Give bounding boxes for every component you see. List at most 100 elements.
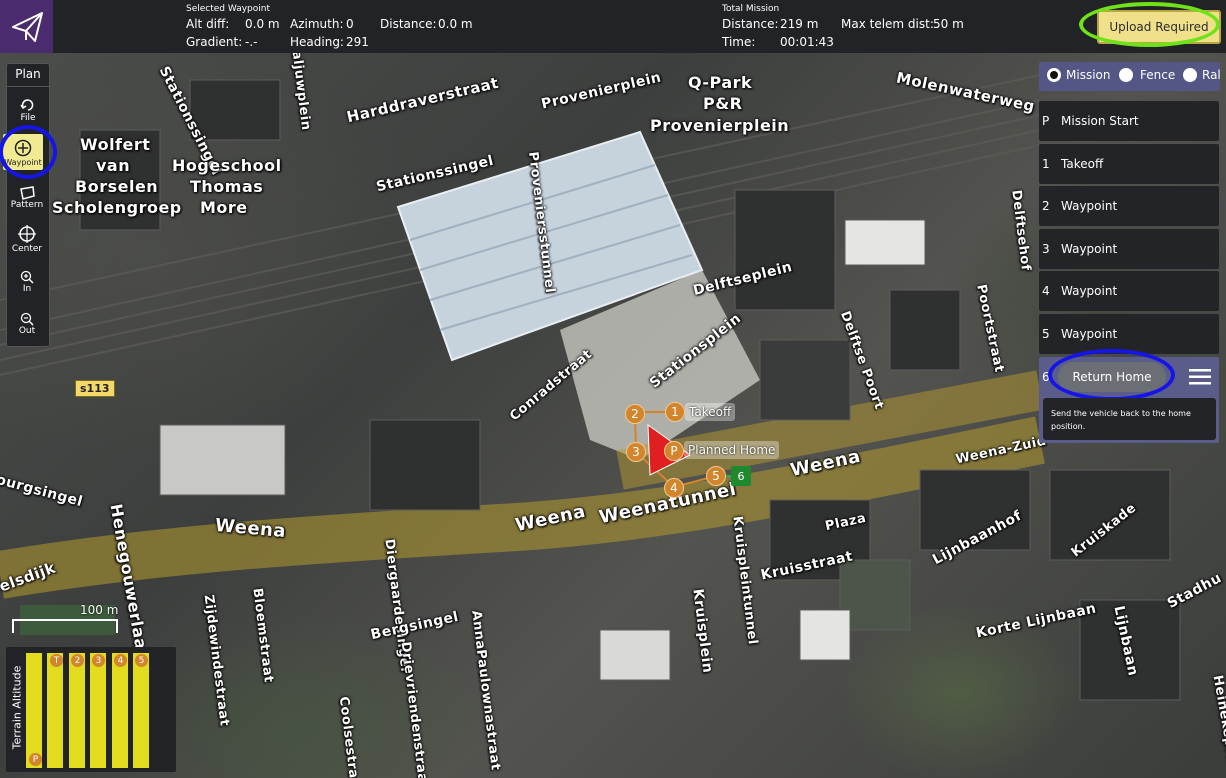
tool-zoom-out[interactable]: Out: [6, 312, 48, 336]
mission-item[interactable]: 4 Waypoint: [1039, 271, 1219, 311]
mission-item[interactable]: 1 Takeoff: [1039, 144, 1219, 184]
terrain-bar: [47, 653, 63, 768]
mission-item-seq: 4: [1042, 284, 1050, 298]
mission-item[interactable]: P Mission Start: [1039, 101, 1219, 141]
azimuth-value: 0: [346, 17, 354, 31]
terrain-bar: [112, 653, 128, 768]
return-home-highlight-ring: [1048, 349, 1175, 401]
terrain-marker[interactable]: T: [50, 654, 63, 667]
home-marker[interactable]: P: [664, 441, 684, 461]
tool-pattern-label: Pattern: [10, 200, 44, 210]
radio-mission-label[interactable]: Mission: [1066, 68, 1110, 82]
radio-fence[interactable]: [1119, 68, 1133, 82]
tool-pattern[interactable]: Pattern: [6, 186, 48, 210]
mission-item-name: Waypoint: [1061, 284, 1118, 298]
mission-item-seq: P: [1042, 114, 1050, 128]
map-scale: 100 m: [12, 603, 120, 633]
terrain-bar: [90, 653, 106, 768]
plan-type-selector: Mission Fence Rally: [1039, 62, 1220, 91]
radio-mission[interactable]: [1047, 68, 1061, 82]
mission-item-name: Mission Start: [1061, 114, 1139, 128]
terrain-altitude-title: Terrain Altitude: [10, 665, 24, 750]
total-distance-label: Distance:: [722, 17, 779, 31]
total-time-label: Time:: [722, 35, 756, 49]
poi-label: Borselen: [75, 177, 159, 196]
center-icon: [18, 225, 36, 243]
azimuth-label: Azimuth:: [290, 17, 344, 31]
poi-label: Wolfert: [80, 135, 151, 154]
waypoint-marker[interactable]: 1: [665, 402, 685, 422]
waypoint-marker[interactable]: 4: [664, 478, 684, 498]
max-telem-value: 50 m: [933, 17, 964, 31]
hamburger-menu-icon[interactable]: [1189, 368, 1211, 386]
terrain-marker[interactable]: 5: [135, 654, 148, 667]
waypoint-marker[interactable]: 3: [626, 442, 646, 462]
mission-item-name: Takeoff: [1061, 157, 1104, 171]
zoom-out-icon: [20, 312, 34, 326]
tool-zoom-in[interactable]: In: [6, 270, 48, 294]
mission-item-seq: 1: [1042, 157, 1050, 171]
poi-label: Thomas: [190, 177, 264, 196]
tool-center-label: Center: [11, 244, 43, 254]
mission-item-name: Waypoint: [1061, 327, 1118, 341]
poi-label: Q-Park: [688, 73, 753, 92]
scale-label: 100 m: [80, 603, 119, 617]
total-mission-title: Total Mission: [722, 4, 780, 14]
mission-item-seq: 5: [1042, 327, 1050, 341]
file-icon: [20, 99, 34, 111]
poi-label: More: [200, 198, 248, 217]
tool-file-label: File: [20, 113, 36, 123]
planned-home-label: Planned Home: [684, 441, 780, 459]
alt-diff-label: Alt diff:: [186, 17, 230, 31]
tool-zoom-out-label: Out: [18, 326, 36, 336]
poi-label: Scholengroep: [52, 198, 182, 217]
poi-label: Hogeschool: [172, 156, 282, 175]
radio-rally[interactable]: [1183, 68, 1197, 82]
scale-tick-right: [116, 619, 118, 633]
waypoint-highlight-ring: [0, 125, 57, 179]
terrain-bar: [69, 653, 85, 768]
tool-center[interactable]: Center: [6, 224, 48, 254]
poi-label: van: [96, 156, 131, 175]
max-telem-label: Max telem dist:: [841, 17, 934, 31]
weena-road: [0, 416, 1045, 599]
takeoff-label: Takeoff: [685, 403, 736, 421]
plan-toolbar-title: Plan: [15, 67, 41, 81]
mission-item-name: Waypoint: [1061, 242, 1118, 256]
radio-rally-label[interactable]: Rally: [1202, 68, 1220, 82]
pattern-icon: [20, 186, 35, 200]
gradient-value: -.-: [245, 35, 258, 49]
app-logo[interactable]: [0, 0, 53, 53]
paper-plane-icon: [11, 11, 43, 42]
distance-value: 0.0 m: [438, 17, 473, 31]
total-distance-value: 219 m: [780, 17, 819, 31]
scale-tick-left: [12, 619, 14, 633]
mission-item-seq: 3: [1042, 242, 1050, 256]
terrain-marker[interactable]: 4: [114, 654, 127, 667]
terrain-marker[interactable]: 3: [92, 654, 105, 667]
gradient-label: Gradient:: [186, 35, 243, 49]
mission-item-name: Waypoint: [1061, 199, 1118, 213]
radio-fence-label[interactable]: Fence: [1140, 68, 1175, 82]
terrain-start-marker[interactable]: P: [29, 753, 42, 766]
upload-required-button[interactable]: Upload Required: [1097, 10, 1221, 44]
terrain-marker[interactable]: 2: [71, 654, 84, 667]
waypoint-marker[interactable]: 2: [625, 404, 645, 424]
top-toolbar: Selected Waypoint Alt diff: 0.0 m Azimut…: [0, 0, 1226, 53]
waypoint-marker[interactable]: 5: [706, 466, 726, 486]
terrain-bar: [26, 653, 42, 768]
alt-diff-value: 0.0 m: [245, 17, 280, 31]
mission-item-seq: 2: [1042, 199, 1050, 213]
poi-label: Provenierplein: [650, 116, 790, 135]
mission-item[interactable]: 3 Waypoint: [1039, 229, 1219, 269]
toolbar-divider: [7, 86, 49, 87]
mission-item[interactable]: 2 Waypoint: [1039, 186, 1219, 226]
return-home-marker[interactable]: 6: [731, 466, 751, 486]
selected-waypoint-title: Selected Waypoint: [186, 4, 270, 14]
tool-zoom-in-label: In: [22, 284, 32, 294]
distance-label: Distance:: [380, 17, 437, 31]
poi-label: P&R: [703, 94, 743, 113]
tool-file[interactable]: File: [7, 97, 49, 123]
road-number-badge: s113: [75, 380, 115, 397]
mission-item[interactable]: 5 Waypoint: [1039, 314, 1219, 354]
